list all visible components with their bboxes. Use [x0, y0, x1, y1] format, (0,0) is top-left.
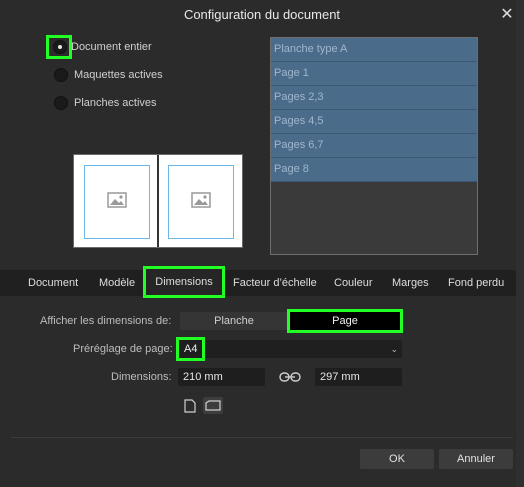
landscape-orientation-icon[interactable]: [203, 397, 223, 414]
radio-button[interactable]: [54, 68, 68, 82]
list-item[interactable]: Planche type A: [271, 38, 477, 62]
cancel-button[interactable]: Annuler: [439, 449, 513, 469]
dimensions-label: Dimensions:: [111, 371, 172, 383]
show-dimensions-label: Afficher les dimensions de:: [40, 315, 172, 327]
preset-label: Préréglage de page:: [73, 343, 173, 355]
close-icon[interactable]: ✕: [498, 0, 516, 30]
tab-facteur-echelle[interactable]: Facteur d’échelle: [233, 270, 317, 296]
radio-button[interactable]: [54, 96, 68, 110]
image-placeholder-icon: [191, 192, 211, 208]
footer-divider: [11, 437, 513, 438]
tab-modele[interactable]: Modèle: [99, 270, 135, 296]
list-item[interactable]: Pages 4,5: [271, 110, 477, 134]
dialog-title: Configuration du document: [183, 7, 341, 22]
radio-planches-actives[interactable]: Planches actives: [54, 94, 157, 112]
tab-fond-perdu[interactable]: Fond perdu: [448, 270, 504, 296]
radio-maquettes-actives[interactable]: Maquettes actives: [54, 66, 163, 84]
height-field[interactable]: 297 mm: [315, 368, 402, 386]
segment-page[interactable]: Page: [287, 309, 403, 333]
page-preset-value: A4: [175, 337, 206, 361]
ok-button[interactable]: OK: [360, 449, 434, 469]
page-preset-dropdown[interactable]: A4 ⌄: [175, 337, 402, 361]
list-item[interactable]: Page 8: [271, 158, 477, 182]
segment-planche[interactable]: Planche: [180, 312, 288, 330]
window-edge: [516, 0, 524, 487]
tab-document[interactable]: Document: [28, 270, 78, 296]
tab-dimensions[interactable]: Dimensions: [143, 266, 225, 298]
width-field[interactable]: 210 mm: [178, 368, 265, 386]
radio-document-entier-highlight[interactable]: [46, 35, 72, 59]
tab-couleur[interactable]: Couleur: [334, 270, 373, 296]
portrait-orientation-icon[interactable]: [180, 397, 200, 414]
right-page-frame: [168, 165, 234, 239]
radio-label-document-entier: Document entier: [71, 41, 152, 53]
list-item[interactable]: Pages 2,3: [271, 86, 477, 110]
spread-list[interactable]: Planche type A Page 1 Pages 2,3 Pages 4,…: [270, 37, 478, 255]
radio-document-entier[interactable]: [53, 40, 67, 54]
tab-marges[interactable]: Marges: [392, 270, 429, 296]
chevron-down-icon: ⌄: [390, 344, 398, 354]
list-item[interactable]: Page 1: [271, 62, 477, 86]
link-icon[interactable]: [279, 370, 301, 389]
image-placeholder-icon: [107, 192, 127, 208]
spread-preview: [73, 154, 243, 248]
spread-spine: [157, 155, 159, 247]
tab-bar: Document Modèle Dimensions Facteur d’éch…: [0, 266, 516, 298]
left-page-frame: [84, 165, 150, 239]
radio-label: Maquettes actives: [74, 69, 163, 81]
list-item[interactable]: Pages 6,7: [271, 134, 477, 158]
radio-label: Planches actives: [74, 97, 157, 109]
